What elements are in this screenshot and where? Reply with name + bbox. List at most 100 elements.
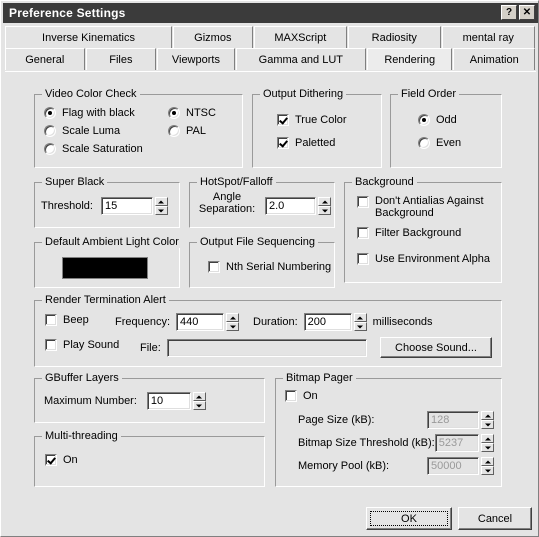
cancel-button-label: Cancel	[477, 512, 513, 525]
checkbox-bitmap-pager-on[interactable]: On	[285, 390, 318, 402]
group-label-multi-threading: Multi-threading	[42, 430, 121, 442]
group-output-file-sequencing: Output File Sequencing Nth Serial Number…	[189, 236, 335, 288]
group-bitmap-pager: Bitmap Pager On Page Size (kB): 128 Bitm…	[275, 372, 502, 487]
checkbox-true-color[interactable]: True Color	[277, 114, 347, 126]
checkbox-icon	[357, 196, 369, 208]
page-size-spinner[interactable]	[481, 411, 494, 429]
group-video-color-check: Video Color Check Flag with black Scale …	[34, 88, 243, 168]
checkbox-multi-threading-on[interactable]: On	[45, 454, 78, 466]
tab-gizmos[interactable]: Gizmos	[173, 26, 253, 48]
maximum-number-spinner[interactable]	[192, 392, 206, 410]
radio-odd[interactable]: Odd	[418, 114, 457, 126]
frequency-spinner[interactable]	[226, 313, 240, 331]
tab-gamma-and-lut[interactable]: Gamma and LUT	[235, 48, 366, 70]
cancel-button[interactable]: Cancel	[458, 507, 532, 530]
checkbox-label: Don't Antialias Against Background	[375, 195, 484, 219]
memory-pool-input[interactable]: 50000	[427, 457, 479, 475]
page-size-label: Page Size (kB):	[298, 414, 375, 426]
group-label-super-black: Super Black	[42, 176, 108, 188]
radio-even[interactable]: Even	[418, 137, 461, 149]
angle-label-line1: Angle	[212, 191, 242, 203]
group-label-output-file-sequencing: Output File Sequencing	[197, 236, 318, 248]
checkbox-label: Play Sound	[63, 339, 120, 351]
bitmap-size-threshold-label: Bitmap Size Threshold (kB):	[298, 437, 435, 449]
group-output-dithering: Output Dithering True Color Paletted	[252, 88, 382, 168]
tab-inverse-kinematics[interactable]: Inverse Kinematics	[5, 26, 173, 48]
group-label-gbuffer-layers: GBuffer Layers	[42, 372, 122, 384]
radio-label: NTSC	[186, 107, 216, 119]
tab-files[interactable]: Files	[85, 48, 157, 70]
tab-general[interactable]: General	[5, 48, 85, 70]
checkbox-dont-antialias-against-background[interactable]: Don't Antialias Against Background	[357, 195, 487, 219]
threshold-label: Threshold:	[41, 200, 93, 212]
choose-sound-button[interactable]: Choose Sound...	[380, 337, 492, 358]
radio-icon	[44, 125, 56, 137]
tab-animation[interactable]: Animation	[453, 48, 535, 70]
help-icon[interactable]: ?	[501, 5, 517, 20]
radio-scale-saturation[interactable]: Scale Saturation	[44, 143, 143, 155]
group-label-output-dithering: Output Dithering	[260, 88, 347, 100]
angle-label-line2: Separation:	[198, 203, 256, 215]
angle-separation-input[interactable]: 2.0	[265, 197, 316, 215]
radio-label: Scale Luma	[62, 125, 121, 137]
radio-ntsc[interactable]: NTSC	[168, 107, 216, 119]
ambient-light-color-swatch[interactable]	[62, 257, 148, 279]
file-label: File:	[140, 342, 161, 354]
radio-flag-with-black[interactable]: Flag with black	[44, 107, 135, 119]
maximum-number-row: Maximum Number: 10	[44, 392, 206, 410]
tab-rendering[interactable]: Rendering	[366, 48, 453, 70]
angle-separation-spinner[interactable]	[318, 197, 331, 215]
radio-scale-luma[interactable]: Scale Luma	[44, 125, 120, 137]
group-default-ambient-light-color: Default Ambient Light Color	[34, 236, 182, 288]
radio-icon	[44, 107, 56, 119]
checkbox-filter-background[interactable]: Filter Background	[357, 227, 461, 239]
radio-icon	[168, 107, 180, 119]
page-size-input[interactable]: 128	[427, 411, 479, 429]
maximum-number-input[interactable]: 10	[146, 392, 191, 410]
duration-units-label: milliseconds	[372, 316, 433, 328]
frequency-row: Frequency: 440	[115, 313, 240, 331]
memory-pool-spinner[interactable]	[481, 457, 494, 475]
duration-input[interactable]: 200	[303, 313, 352, 331]
tab-mental-ray[interactable]: mental ray	[441, 26, 535, 48]
checkbox-icon	[45, 314, 57, 326]
close-icon[interactable]: ✕	[519, 5, 535, 20]
frequency-label: Frequency:	[115, 316, 171, 328]
memory-pool-row: Memory Pool (kB): 50000	[298, 457, 494, 475]
radio-pal[interactable]: PAL	[168, 125, 206, 137]
checkbox-use-environment-alpha[interactable]: Use Environment Alpha	[357, 253, 490, 265]
group-label-render-termination-alert: Render Termination Alert	[42, 294, 169, 306]
tab-viewports[interactable]: Viewports	[157, 48, 235, 70]
radio-label: Scale Saturation	[62, 143, 143, 155]
checkbox-nth-serial-numbering[interactable]: Nth Serial Numbering	[208, 261, 331, 273]
tab-panel-rendering: Video Color Check Flag with black Scale …	[5, 71, 536, 492]
duration-spinner[interactable]	[353, 313, 367, 331]
duration-label: Duration:	[253, 316, 298, 328]
radio-icon	[418, 114, 430, 126]
threshold-spinner[interactable]	[154, 197, 168, 215]
group-label-field-order: Field Order	[398, 88, 460, 100]
ok-button[interactable]: OK	[366, 507, 452, 530]
dialog-button-bar: OK Cancel	[5, 493, 536, 534]
frequency-input[interactable]: 440	[176, 313, 225, 331]
window-title: Preference Settings	[9, 6, 126, 20]
sound-file-input[interactable]	[166, 339, 367, 357]
checkbox-label: On	[63, 454, 78, 466]
bitmap-size-threshold-spinner[interactable]	[481, 434, 494, 452]
tab-maxscript[interactable]: MAXScript	[253, 26, 348, 48]
checkbox-icon	[208, 261, 220, 273]
radio-icon	[168, 125, 180, 137]
sound-file-row: File:	[140, 339, 367, 357]
threshold-input[interactable]: 15	[100, 197, 153, 215]
bitmap-size-threshold-input[interactable]: 5237	[434, 434, 479, 452]
group-render-termination-alert: Render Termination Alert Beep Frequency:…	[34, 294, 502, 367]
checkbox-icon	[45, 454, 57, 466]
checkbox-icon	[285, 390, 297, 402]
focus-ring	[370, 511, 448, 526]
maximum-number-label: Maximum Number:	[44, 395, 137, 407]
checkbox-play-sound[interactable]: Play Sound	[45, 339, 119, 351]
checkbox-beep[interactable]: Beep	[45, 314, 89, 326]
tab-radiosity[interactable]: Radiosity	[348, 26, 441, 48]
page-size-row: Page Size (kB): 128	[298, 411, 494, 429]
checkbox-paletted[interactable]: Paletted	[277, 137, 335, 149]
